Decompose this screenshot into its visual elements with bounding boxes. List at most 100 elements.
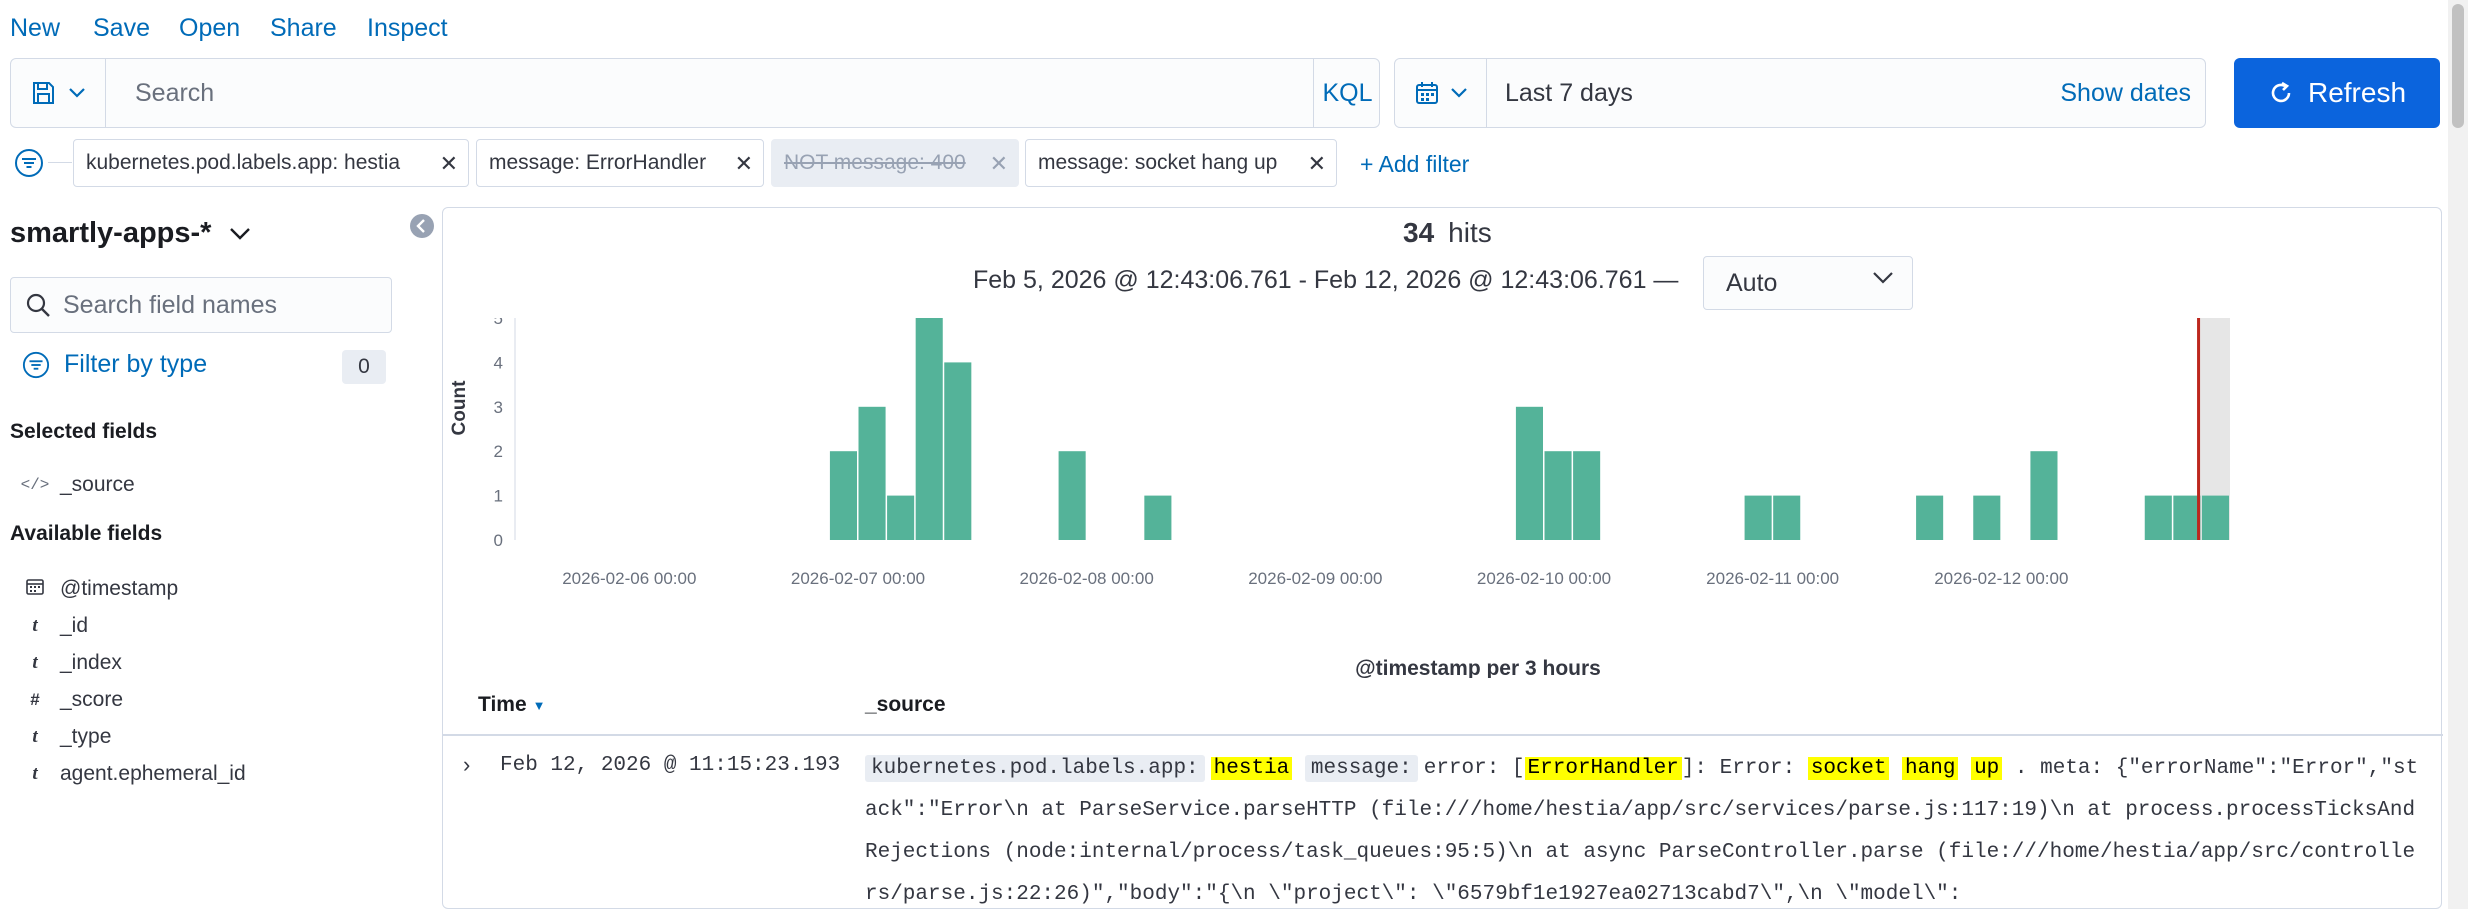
refresh-label: Refresh — [2307, 77, 2407, 108]
date-range-label[interactable]: Last 7 days — [1505, 79, 1633, 108]
histogram-bar[interactable] — [1916, 495, 1944, 540]
string-type-icon: t — [32, 652, 38, 673]
histogram-bar[interactable] — [944, 362, 972, 540]
histogram-bar[interactable] — [1973, 495, 2001, 540]
histogram-bar[interactable] — [2173, 495, 2201, 540]
x-axis-label: @timestamp per 3 hours — [1355, 657, 1601, 678]
filter-pill-socket-hang-up[interactable]: message: socket hang up ✕ — [1025, 139, 1337, 187]
source-column-header: _source — [865, 693, 946, 716]
x-tick-label: 2026-02-09 00:00 — [1248, 569, 1382, 588]
histogram-bar[interactable] — [1573, 451, 1601, 540]
x-tick-label: 2026-02-10 00:00 — [1477, 569, 1611, 588]
histogram-bar[interactable] — [2144, 495, 2172, 540]
hits-label: hits — [1448, 217, 1492, 248]
interval-value: Auto — [1726, 269, 1778, 297]
index-pattern-label: smartly-apps-* — [10, 217, 212, 249]
menu-share-link[interactable]: Share — [270, 14, 337, 43]
quick-date-menu-button[interactable] — [1395, 59, 1487, 127]
highlighted-term: socket — [1807, 757, 1890, 780]
interval-select[interactable]: Auto — [1703, 256, 1913, 310]
add-filter-button[interactable]: + Add filter — [1360, 151, 1469, 178]
string-type-icon: t — [32, 615, 38, 636]
menu-new-link[interactable]: New — [10, 14, 60, 43]
saved-query-menu-button[interactable] — [11, 59, 106, 127]
scrollbar-thumb[interactable] — [2452, 4, 2464, 128]
string-type-icon: t — [32, 763, 38, 784]
histogram-bar[interactable] — [1773, 495, 1801, 540]
show-dates-link[interactable]: Show dates — [2060, 79, 2191, 108]
selected-fields-title: Selected fields — [10, 420, 158, 443]
histogram-bar[interactable] — [1515, 406, 1543, 540]
filter-menu-icon[interactable] — [14, 148, 44, 178]
filter-pill-app[interactable]: kubernetes.pod.labels.app: hestia ✕ — [73, 139, 469, 187]
filter-divider — [48, 162, 72, 163]
y-tick-label: 2 — [494, 442, 503, 461]
histogram-bar[interactable] — [1144, 495, 1172, 540]
highlighted-term: up — [1971, 757, 2003, 780]
menu-inspect-link[interactable]: Inspect — [367, 14, 448, 43]
field-item-source[interactable]: </> _source — [10, 460, 410, 510]
save-icon — [33, 82, 54, 104]
field-name: _source — [60, 473, 135, 496]
chevron-right-icon[interactable]: › — [463, 752, 470, 778]
histogram-bar[interactable] — [1744, 495, 1772, 540]
refresh-icon — [2271, 81, 2291, 103]
time-header-label: Time — [478, 693, 527, 716]
x-tick-label: 2026-02-11 00:00 — [1706, 569, 1839, 588]
histogram-bar[interactable] — [915, 318, 943, 540]
field-sidebar: smartly-apps-* Filter by type 0 Selected… — [0, 205, 440, 909]
close-icon[interactable]: ✕ — [735, 151, 753, 177]
collapse-sidebar-icon[interactable] — [409, 213, 435, 239]
histogram-bar[interactable] — [2030, 451, 2058, 540]
filter-pill-label: message: ErrorHandler — [489, 151, 707, 174]
filter-pill-label: NOT message: 400 — [784, 151, 966, 174]
query-bar: KQL — [10, 58, 1380, 128]
refresh-button[interactable]: Refresh — [2234, 58, 2440, 128]
y-axis-label: Count — [449, 380, 470, 436]
histogram-bar[interactable] — [1544, 451, 1572, 540]
query-language-button[interactable]: KQL — [1313, 59, 1381, 127]
field-item-agent-ephemeral-id[interactable]: t agent.ephemeral_id — [10, 749, 410, 799]
filter-by-type-button[interactable]: Filter by type — [22, 350, 207, 379]
histogram-bar[interactable] — [858, 406, 886, 540]
filter-pill-label: message: socket hang up — [1038, 151, 1278, 174]
menu-save-link[interactable]: Save — [93, 14, 150, 43]
y-tick-label: 1 — [494, 487, 503, 506]
hits-counter: 34 hits — [1403, 217, 1492, 249]
table-header: Time ▼ _source — [443, 678, 2443, 736]
menu-open-link[interactable]: Open — [179, 14, 240, 43]
filter-pill-message-errorhandler[interactable]: message: ErrorHandler ✕ — [476, 139, 764, 187]
field-name: @timestamp — [60, 577, 179, 600]
message-text: ]: Error: — [1681, 757, 1808, 780]
close-icon[interactable]: ✕ — [1308, 151, 1326, 177]
sort-down-icon[interactable]: ▼ — [533, 698, 546, 713]
message-text: error: [ — [1423, 757, 1525, 780]
histogram-chart: 0 1 2 3 4 5 2026-02-06 00:00 2026-02-07 00:00 20… — [449, 318, 2230, 678]
histogram-bar[interactable] — [1058, 451, 1086, 540]
highlighted-term: hestia — [1210, 757, 1293, 780]
time-column-header[interactable]: Time ▼ — [478, 693, 546, 717]
calendar-icon — [1415, 82, 1438, 104]
y-tick-label: 5 — [494, 318, 503, 328]
search-input[interactable] — [107, 59, 1312, 127]
filter-pill-not-message-400[interactable]: NOT message: 400 ✕ — [771, 139, 1019, 187]
page-scrollbar[interactable] — [2448, 0, 2468, 909]
histogram-bar[interactable] — [2201, 495, 2229, 540]
highlighted-term: hang — [1902, 757, 1959, 780]
available-fields-title: Available fields — [10, 522, 163, 545]
type-count-badge: 0 — [342, 350, 386, 384]
index-pattern-selector[interactable]: smartly-apps-* — [10, 217, 251, 250]
table-row: › Feb 12, 2026 @ 11:15:23.193 kubernetes… — [443, 738, 2443, 909]
close-icon[interactable]: ✕ — [990, 151, 1008, 177]
field-search-input[interactable] — [63, 278, 383, 332]
date-picker: Last 7 days Show dates — [1394, 58, 2206, 128]
filter-pill-label: kubernetes.pod.labels.app: hestia — [86, 151, 401, 174]
close-icon[interactable]: ✕ — [440, 151, 458, 177]
histogram-bar[interactable] — [887, 495, 915, 540]
hits-count: 34 — [1403, 217, 1435, 248]
x-tick-label: 2026-02-07 00:00 — [791, 569, 925, 588]
highlighted-term: ErrorHandler — [1524, 757, 1682, 780]
histogram-bar[interactable] — [829, 451, 857, 540]
field-search-box — [10, 277, 392, 333]
chevron-down-icon — [69, 88, 85, 98]
